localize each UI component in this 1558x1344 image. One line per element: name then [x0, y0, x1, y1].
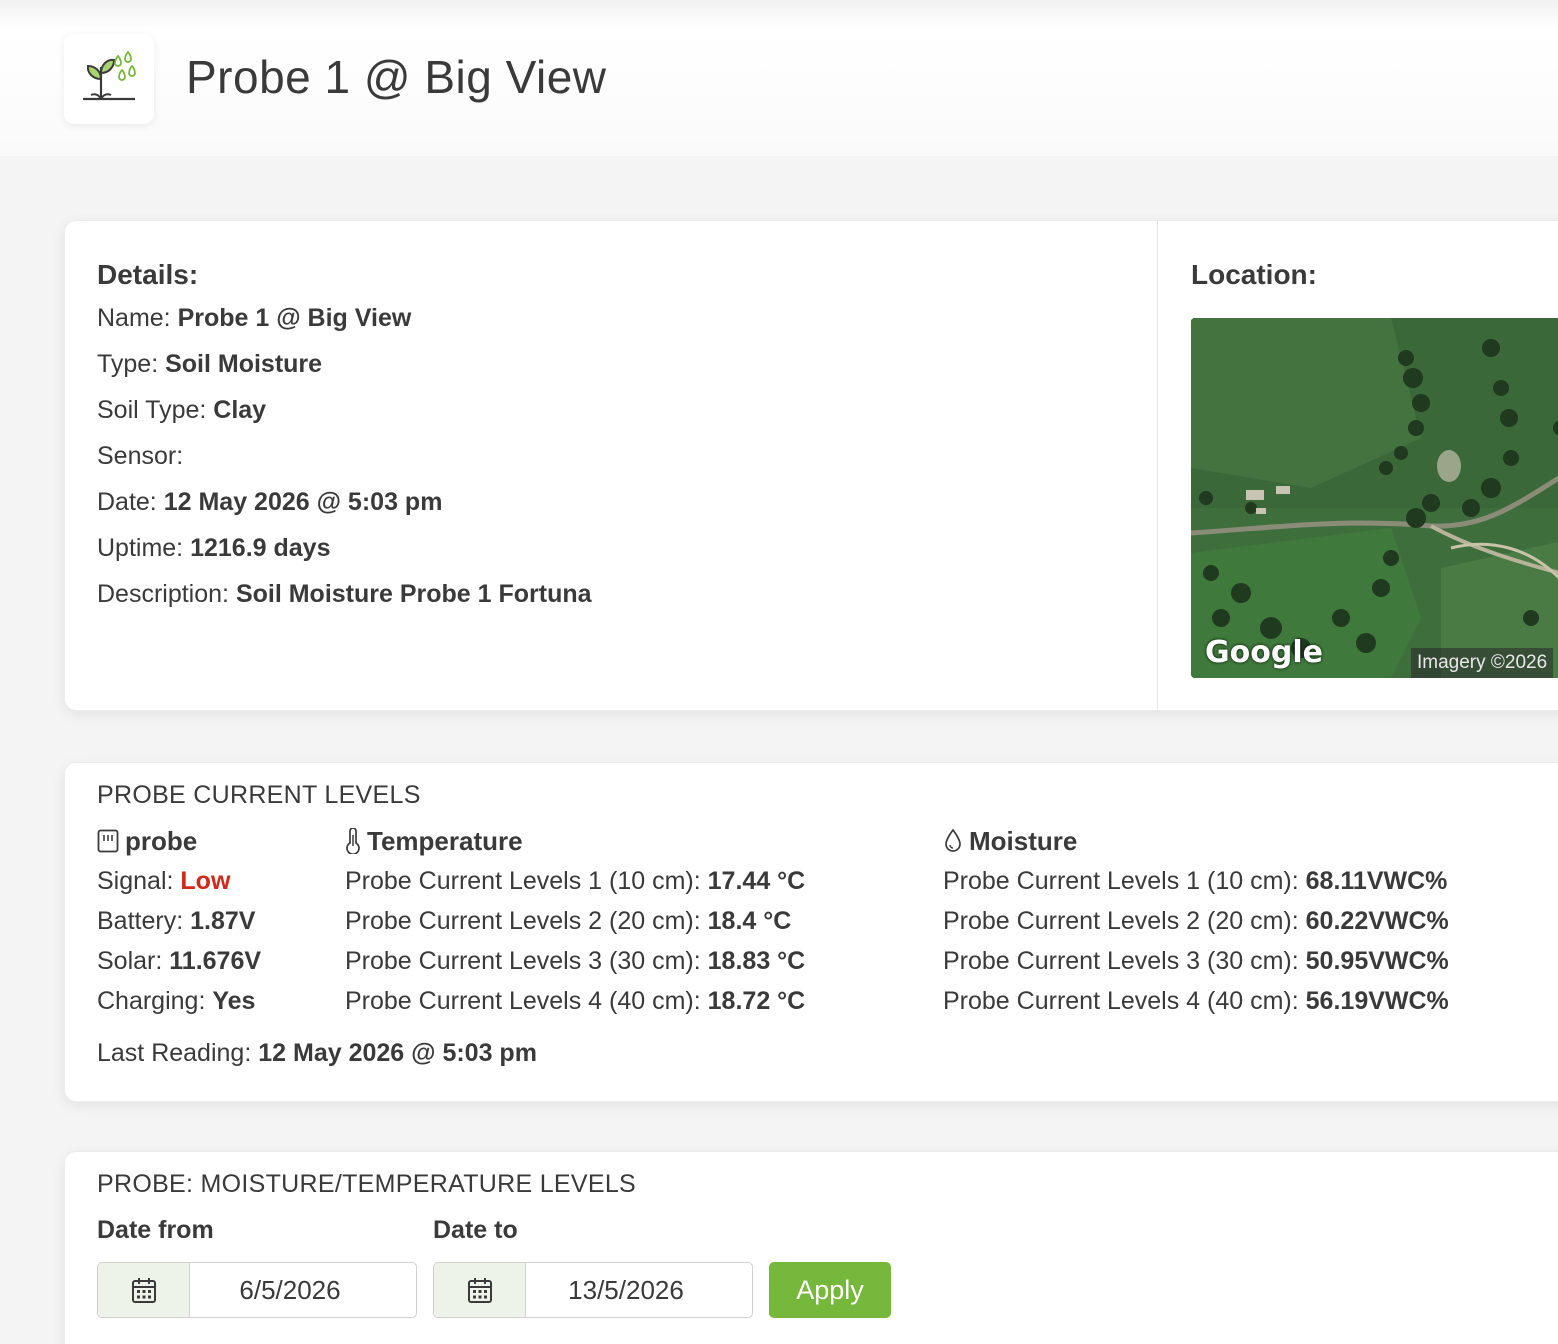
temperature-row: Probe Current Levels 2 (20 cm): 18.4 °C: [345, 901, 805, 941]
probe-levels-card: PROBE CURRENT LEVELS probe Signal: Low B…: [64, 762, 1558, 1102]
date-to-input[interactable]: 13/5/2026: [433, 1262, 753, 1318]
charging-row: Charging: Yes: [97, 981, 261, 1021]
page-title: Probe 1 @ Big View: [186, 51, 607, 103]
detail-value: Probe 1 @ Big View: [177, 304, 412, 332]
date-from-value[interactable]: 6/5/2026: [190, 1263, 416, 1317]
solar-label: Solar:: [97, 947, 163, 975]
location-heading: Location:: [1191, 259, 1317, 290]
probe-status-column: probe Signal: Low Battery: 1.87V Solar: …: [97, 821, 261, 1021]
signal-row: Signal: Low: [97, 861, 261, 901]
solar-value: 11.676V: [169, 947, 262, 975]
location-map[interactable]: Google Imagery ©2026: [1191, 318, 1558, 678]
last-reading: Last Reading: 12 May 2026 @ 5:03 pm: [97, 1039, 537, 1068]
detail-label: Uptime:: [97, 534, 184, 562]
moisture-value: 56.19VWC%: [1305, 987, 1449, 1015]
moisture-value: 60.22VWC%: [1305, 907, 1449, 935]
map-imagery-credit: Imagery ©2026: [1411, 648, 1554, 678]
detail-date: Date: 12 May 2026 @ 5:03 pm: [97, 479, 592, 525]
detail-label: Description:: [97, 580, 229, 608]
detail-value: 1216.9 days: [190, 534, 331, 562]
detail-value: Soil Moisture Probe 1 Fortuna: [235, 580, 592, 608]
detail-value: Soil Moisture: [165, 350, 323, 378]
date-from-label: Date from: [97, 1216, 214, 1244]
detail-description: Description: Soil Moisture Probe 1 Fortu…: [97, 571, 592, 617]
moisture-row: Probe Current Levels 4 (40 cm): 56.19VWC…: [943, 981, 1449, 1021]
detail-sensor: Sensor:: [97, 433, 592, 479]
details-section: Details: Name: Probe 1 @ Big View Type: …: [97, 259, 592, 617]
detail-label: Type:: [97, 350, 159, 378]
charging-label: Charging:: [97, 987, 206, 1015]
moisture-label: Probe Current Levels 4 (40 cm):: [943, 987, 1299, 1015]
signal-value: Low: [180, 867, 231, 895]
date-to-label: Date to: [433, 1216, 518, 1244]
moisture-heading: Moisture: [943, 821, 1449, 861]
temperature-row: Probe Current Levels 1 (10 cm): 17.44 °C: [345, 861, 805, 901]
detail-label: Soil Type:: [97, 396, 207, 424]
details-heading: Details:: [97, 259, 199, 290]
moisture-column: Moisture Probe Current Levels 1 (10 cm):…: [943, 821, 1449, 1021]
probe-status-heading: probe: [97, 821, 261, 861]
temperature-value: 17.44 °C: [707, 867, 806, 895]
temperature-row: Probe Current Levels 3 (30 cm): 18.83 °C: [345, 941, 805, 981]
water-drop-icon: [945, 828, 961, 852]
last-reading-label: Last Reading:: [97, 1039, 252, 1067]
details-card: Details: Name: Probe 1 @ Big View Type: …: [64, 220, 1558, 712]
plant-water-drops-icon: [83, 50, 136, 101]
detail-uptime: Uptime: 1216.9 days: [97, 525, 592, 571]
calendar-icon[interactable]: [98, 1263, 190, 1317]
temperature-label: Probe Current Levels 3 (30 cm):: [345, 947, 701, 975]
battery-row: Battery: 1.87V: [97, 901, 261, 941]
battery-label: Battery:: [97, 907, 184, 935]
detail-type: Type: Soil Moisture: [97, 341, 592, 387]
levels-chart-title: PROBE: MOISTURE/TEMPERATURE LEVELS: [97, 1170, 637, 1198]
last-reading-value: 12 May 2026 @ 5:03 pm: [258, 1039, 537, 1067]
moisture-label: Probe Current Levels 2 (20 cm):: [943, 907, 1299, 935]
app-logo[interactable]: [64, 34, 154, 124]
sim-card-icon: [97, 829, 119, 853]
temperature-row: Probe Current Levels 4 (40 cm): 18.72 °C: [345, 981, 805, 1021]
levels-chart-card: PROBE: MOISTURE/TEMPERATURE LEVELS Date …: [64, 1151, 1558, 1344]
signal-label: Signal:: [97, 867, 174, 895]
temperature-column: Temperature Probe Current Levels 1 (10 c…: [345, 821, 805, 1021]
detail-value: Clay: [213, 396, 267, 424]
column-divider: [1157, 221, 1158, 712]
detail-label: Name:: [97, 304, 171, 332]
temperature-value: 18.72 °C: [707, 987, 806, 1015]
apply-button[interactable]: Apply: [769, 1262, 891, 1318]
solar-row: Solar: 11.676V: [97, 941, 261, 981]
charging-value: Yes: [212, 987, 256, 1015]
temperature-label: Probe Current Levels 4 (40 cm):: [345, 987, 701, 1015]
detail-soil-type: Soil Type: Clay: [97, 387, 592, 433]
moisture-row: Probe Current Levels 3 (30 cm): 50.95VWC…: [943, 941, 1449, 981]
moisture-label: Probe Current Levels 1 (10 cm):: [943, 867, 1299, 895]
temperature-label: Probe Current Levels 1 (10 cm):: [345, 867, 701, 895]
date-from-input[interactable]: 6/5/2026: [97, 1262, 417, 1318]
battery-value: 1.87V: [190, 907, 256, 935]
location-section: Location:: [1191, 259, 1317, 291]
thermometer-icon: [346, 828, 360, 854]
moisture-row: Probe Current Levels 2 (20 cm): 60.22VWC…: [943, 901, 1449, 941]
temperature-value: 18.4 °C: [707, 907, 792, 935]
probe-heading-label: probe: [125, 825, 198, 856]
detail-name: Name: Probe 1 @ Big View: [97, 295, 592, 341]
temperature-heading: Temperature: [345, 821, 805, 861]
moisture-row: Probe Current Levels 1 (10 cm): 68.11VWC…: [943, 861, 1449, 901]
detail-value: 12 May 2026 @ 5:03 pm: [163, 488, 443, 516]
date-to-value[interactable]: 13/5/2026: [526, 1263, 752, 1317]
temperature-heading-label: Temperature: [367, 825, 523, 856]
probe-levels-title: PROBE CURRENT LEVELS: [97, 781, 421, 809]
temperature-value: 18.83 °C: [707, 947, 806, 975]
satellite-imagery: [1191, 318, 1558, 678]
temperature-label: Probe Current Levels 2 (20 cm):: [345, 907, 701, 935]
detail-label: Sensor:: [97, 442, 184, 470]
moisture-label: Probe Current Levels 3 (30 cm):: [943, 947, 1299, 975]
moisture-heading-label: Moisture: [969, 825, 1078, 856]
calendar-icon[interactable]: [434, 1263, 526, 1317]
moisture-value: 50.95VWC%: [1305, 947, 1449, 975]
header-bar: Probe 1 @ Big View: [0, 0, 1558, 156]
google-watermark: Google: [1205, 635, 1323, 670]
detail-label: Date:: [97, 488, 157, 516]
moisture-value: 68.11VWC%: [1305, 867, 1448, 895]
